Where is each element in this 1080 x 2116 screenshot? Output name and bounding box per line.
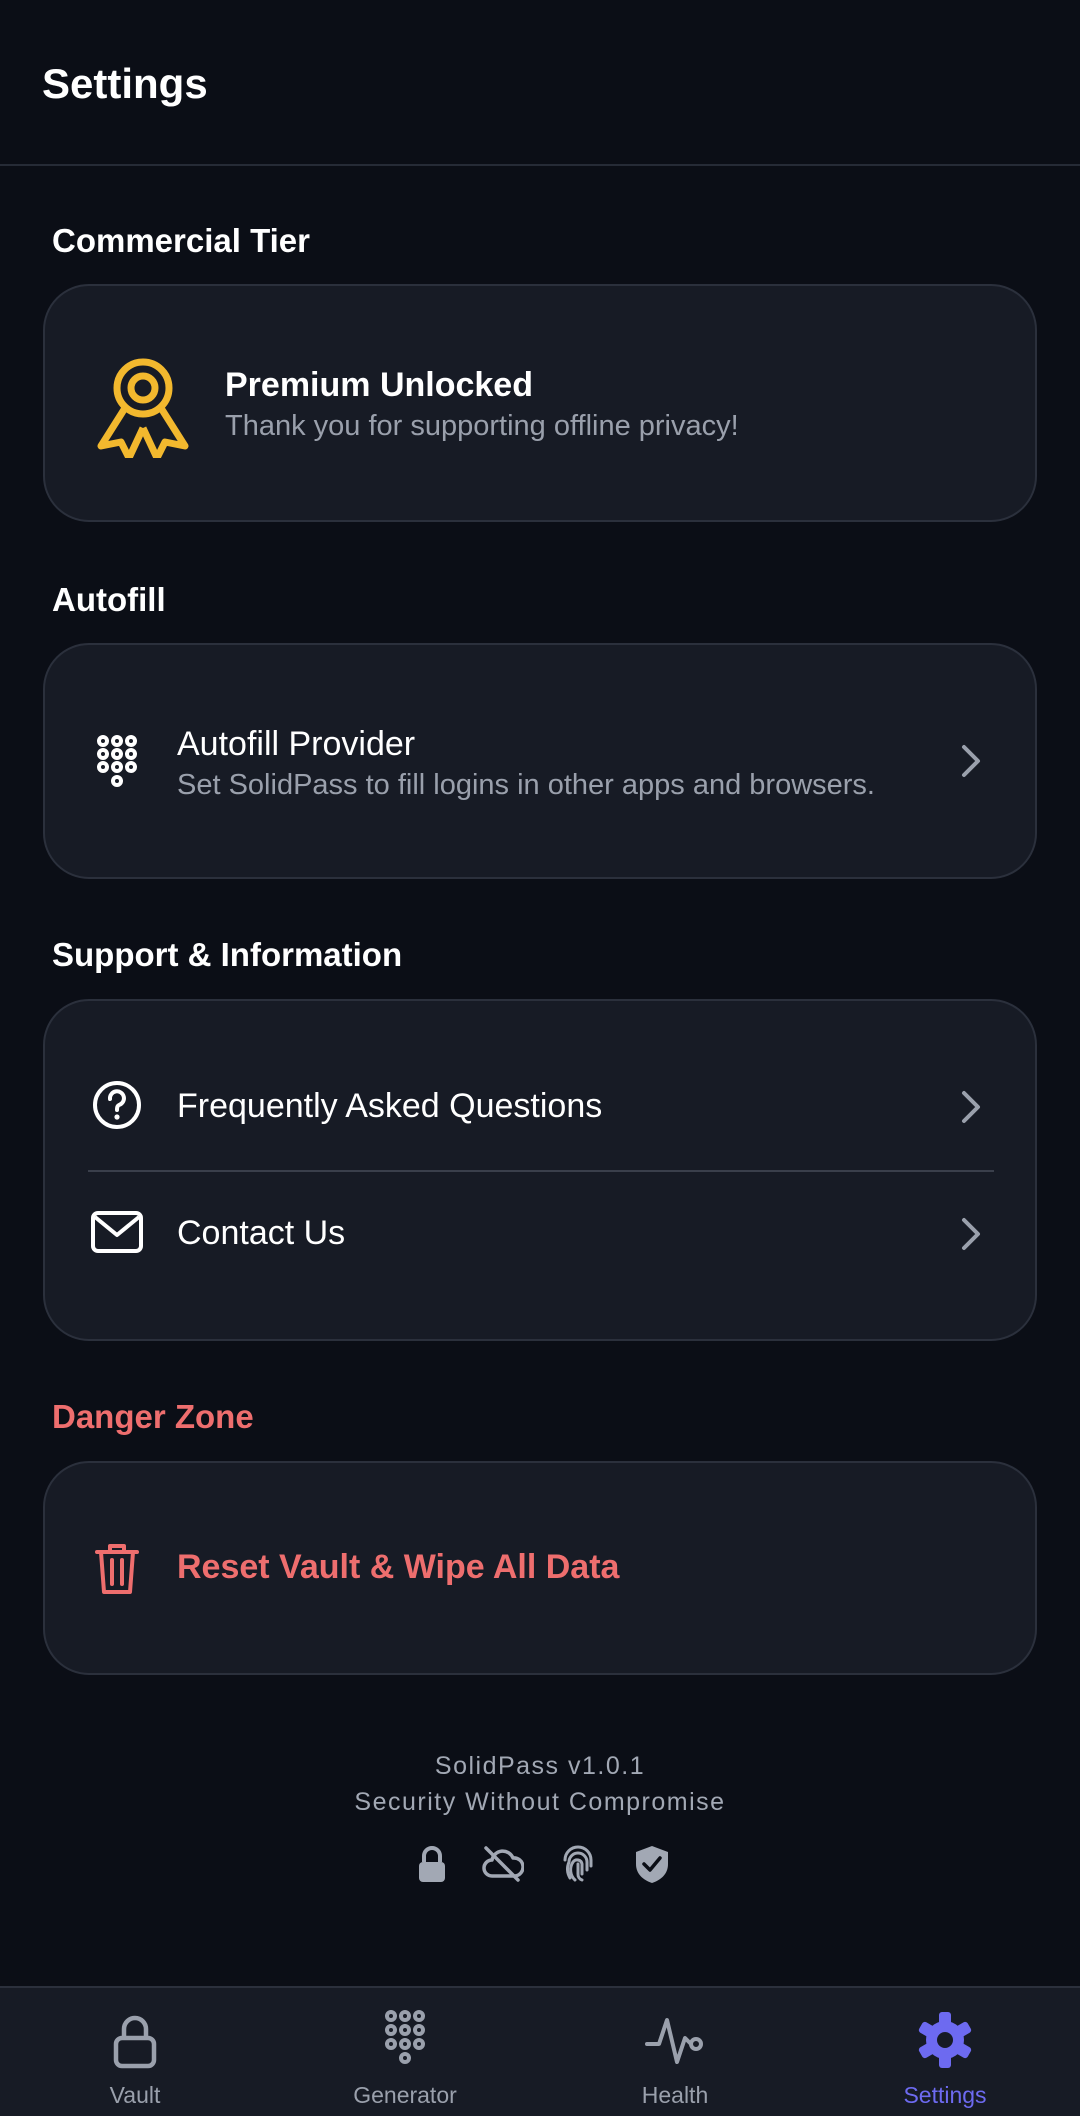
premium-subtitle: Thank you for supporting offline privacy… xyxy=(225,410,739,442)
mail-icon xyxy=(91,1211,143,1253)
section-title-commercial: Commercial Tier xyxy=(52,222,311,259)
nav-health-label: Health xyxy=(641,2082,709,2108)
award-ribbon-icon xyxy=(97,358,189,458)
chevron-right-icon xyxy=(962,1091,980,1123)
fingerprint-icon xyxy=(563,1845,593,1882)
app-header: Settings xyxy=(0,0,1080,166)
contact-row[interactable]: Contact Us xyxy=(45,1174,1035,1298)
shield-check-icon xyxy=(636,1846,668,1883)
cloud-off-icon xyxy=(482,1846,524,1882)
faq-row[interactable]: Frequently Asked Questions xyxy=(45,1047,1035,1171)
chevron-right-icon xyxy=(962,1218,980,1250)
chevron-right-icon xyxy=(962,745,980,777)
dialpad-icon xyxy=(385,2010,425,2064)
nav-health[interactable]: Health xyxy=(540,1988,810,2116)
section-title-danger: Danger Zone xyxy=(52,1398,254,1435)
row-divider xyxy=(88,1170,994,1172)
page-title: Settings xyxy=(42,60,208,107)
lock-icon xyxy=(419,1846,445,1882)
app-version: SolidPass v1.0.1 xyxy=(434,1752,646,1780)
trash-icon xyxy=(95,1544,139,1594)
nav-settings-label: Settings xyxy=(903,2082,987,2108)
danger-card: Reset Vault & Wipe All Data xyxy=(43,1461,1037,1675)
nav-vault[interactable]: Vault xyxy=(0,1988,270,2116)
app-tagline: Security Without Compromise xyxy=(354,1788,726,1816)
section-title-autofill: Autofill xyxy=(52,581,166,618)
reset-vault-row[interactable]: Reset Vault & Wipe All Data xyxy=(45,1508,1035,1632)
autofill-card: Autofill Provider Set SolidPass to fill … xyxy=(43,643,1037,879)
reset-vault-label: Reset Vault & Wipe All Data xyxy=(177,1548,620,1586)
bottom-nav: Vault Generator Health Settings xyxy=(0,1986,1080,2116)
gear-icon xyxy=(918,2012,972,2068)
autofill-provider-subtitle: Set SolidPass to fill logins in other ap… xyxy=(177,769,875,801)
dialpad-icon xyxy=(97,735,137,787)
faq-label: Frequently Asked Questions xyxy=(177,1087,603,1125)
pulse-icon xyxy=(645,2018,703,2064)
settings-screen: Settings Commercial Tier Premium Unlocke… xyxy=(0,0,1080,2116)
premium-card: Premium Unlocked Thank you for supportin… xyxy=(43,284,1037,522)
nav-generator[interactable]: Generator xyxy=(270,1988,540,2116)
nav-settings[interactable]: Settings xyxy=(810,1988,1080,2116)
help-circle-icon xyxy=(93,1081,141,1129)
support-card: Frequently Asked Questions Contact Us xyxy=(43,999,1037,1341)
security-badges xyxy=(410,1842,680,1892)
autofill-provider-row[interactable]: Autofill Provider Set SolidPass to fill … xyxy=(45,701,1035,825)
section-title-support: Support & Information xyxy=(52,936,403,973)
lock-icon xyxy=(113,2015,157,2069)
nav-generator-label: Generator xyxy=(353,2082,457,2108)
nav-vault-label: Vault xyxy=(109,2082,161,2108)
autofill-provider-label: Autofill Provider xyxy=(177,725,416,763)
contact-label: Contact Us xyxy=(177,1214,346,1252)
premium-title: Premium Unlocked xyxy=(225,366,533,404)
